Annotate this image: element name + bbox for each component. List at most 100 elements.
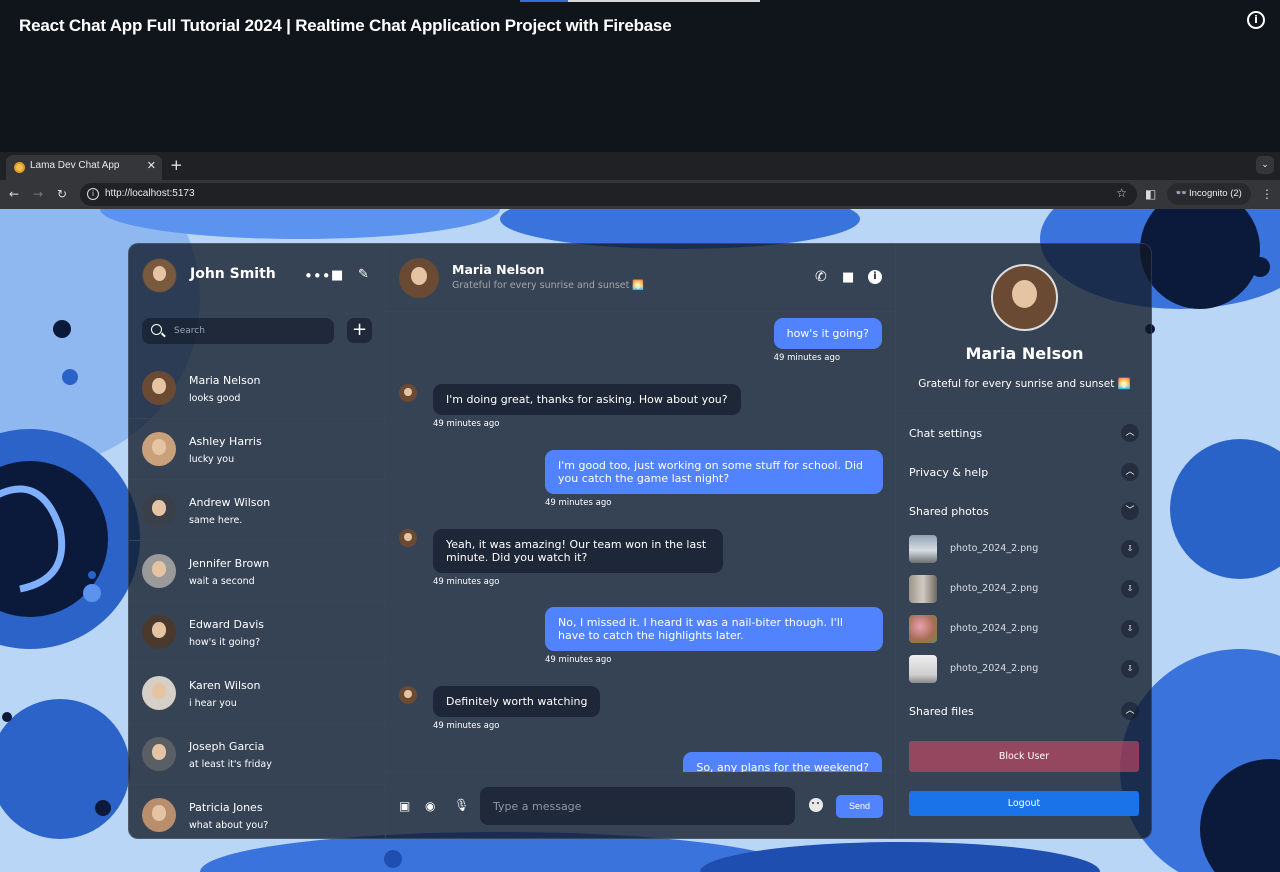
address-bar[interactable]: i http://localhost:5173 ☆ — [80, 183, 1137, 206]
message-own: how's it going? 49 minutes ago — [773, 318, 882, 363]
browser-tab[interactable]: Lama Dev Chat App ✕ — [6, 155, 162, 180]
list-item[interactable]: Joseph Garcia at least it's friday — [129, 724, 385, 785]
message-text: Yeah, it was amazing! Our team won in th… — [433, 529, 723, 573]
chat-last-message: looks good — [189, 393, 241, 404]
chat-last-message: lucky you — [189, 454, 235, 465]
message-own: So, any plans for the weekend? — [683, 752, 882, 772]
favicon-icon — [14, 162, 25, 173]
video-overlay: React Chat App Full Tutorial 2024 | Real… — [0, 0, 1280, 152]
chevron-up-icon[interactable]: ︿ — [1121, 702, 1139, 720]
chat-last-message: at least it's friday — [189, 759, 272, 770]
option-title: Privacy & help — [909, 466, 989, 479]
reload-icon[interactable]: ↻ — [57, 186, 67, 202]
tab-search-icon[interactable]: ⌄ — [1256, 156, 1274, 174]
list-item[interactable]: Karen Wilson i hear you — [129, 663, 385, 724]
forward-icon[interactable]: → — [33, 186, 43, 202]
avatar — [142, 554, 176, 588]
photo-thumbnail[interactable] — [909, 615, 937, 643]
avatar — [142, 798, 176, 832]
block-user-button[interactable]: Block User — [909, 741, 1139, 772]
download-icon[interactable]: ⇩ — [1121, 660, 1139, 678]
option-shared-photos[interactable]: Shared photos ﹀ — [909, 502, 1139, 522]
incognito-badge[interactable]: 👓 Incognito (2) — [1167, 183, 1251, 205]
download-icon[interactable]: ⇩ — [1121, 620, 1139, 638]
chat-list: Maria Nelson looks good Ashley Harris lu… — [129, 358, 385, 838]
chat-name: Jennifer Brown — [189, 557, 270, 570]
chat-name: Ashley Harris — [189, 435, 262, 448]
message-time: 49 minutes ago — [545, 655, 612, 665]
browser-menu-icon[interactable]: ⋮ — [1261, 186, 1273, 202]
chevron-up-icon[interactable]: ︿ — [1121, 424, 1139, 442]
list-item[interactable]: Edward Davis how's it going? — [129, 602, 385, 663]
video-progress-bar[interactable] — [520, 0, 760, 2]
message-text: I'm good too, just working on some stuff… — [545, 450, 883, 494]
camera-icon[interactable]: ◉ — [425, 799, 435, 813]
download-icon[interactable]: ⇩ — [1121, 540, 1139, 558]
search-icon — [151, 324, 162, 335]
option-title: Chat settings — [909, 427, 983, 440]
list-item[interactable]: Maria Nelson looks good — [129, 358, 385, 419]
bookmark-star-icon[interactable]: ☆ — [1116, 186, 1127, 200]
list-item[interactable]: Jennifer Brown wait a second — [129, 541, 385, 602]
detail-user: Maria Nelson Grateful for every sunrise … — [896, 244, 1151, 411]
info-icon[interactable]: i — [868, 270, 882, 284]
search-bar — [142, 318, 334, 344]
avatar[interactable] — [142, 258, 177, 293]
more-icon[interactable]: ••• — [304, 269, 331, 284]
browser-toolbar: ← → ↻ i http://localhost:5173 ☆ ◧ 👓 Inco… — [0, 180, 1280, 209]
chat-name: Andrew Wilson — [189, 496, 271, 509]
user-info: John Smith ••• ■ ✎ — [129, 244, 385, 306]
logout-button[interactable]: Logout — [909, 791, 1139, 816]
option-shared-files[interactable]: Shared files ︿ — [909, 702, 1139, 722]
option-chat-settings[interactable]: Chat settings ︿ — [909, 424, 1139, 444]
chat-name: Edward Davis — [189, 618, 264, 631]
chat-last-message: i hear you — [189, 698, 237, 709]
detail-name: Maria Nelson — [965, 344, 1084, 363]
tab-title: Lama Dev Chat App — [30, 160, 120, 171]
shared-photo-item: photo_2024_2.png ⇩ — [909, 655, 1139, 683]
option-title: Shared photos — [909, 505, 989, 518]
send-button[interactable]: Send — [836, 795, 883, 818]
microphone-icon[interactable]: 🎙 — [454, 798, 469, 812]
emoji-icon[interactable] — [809, 798, 823, 812]
new-tab-icon[interactable]: + — [170, 156, 183, 174]
browser-tabstrip: Lama Dev Chat App ✕ + ⌄ — [0, 152, 1280, 180]
close-tab-icon[interactable]: ✕ — [147, 159, 156, 172]
edit-icon[interactable]: ✎ — [358, 268, 369, 282]
avatar — [399, 529, 417, 547]
message-text: Definitely worth watching — [433, 686, 601, 717]
chat-last-message: wait a second — [189, 576, 255, 587]
message-time: 49 minutes ago — [433, 419, 500, 429]
add-user-button[interactable]: + — [347, 318, 372, 343]
video-icon[interactable]: ■ — [842, 271, 854, 285]
chat-panel: Maria Nelson Grateful for every sunrise … — [386, 244, 896, 838]
chevron-down-icon[interactable]: ﹀ — [1121, 502, 1139, 520]
chevron-up-icon[interactable]: ︿ — [1121, 463, 1139, 481]
message-time: 49 minutes ago — [545, 498, 612, 508]
site-info-icon[interactable]: i — [87, 188, 99, 200]
avatar — [142, 493, 176, 527]
list-item[interactable]: Andrew Wilson same here. — [129, 480, 385, 541]
option-title: Shared files — [909, 705, 974, 718]
avatar[interactable] — [399, 258, 439, 298]
photo-thumbnail[interactable] — [909, 655, 937, 683]
info-icon[interactable]: i — [1247, 11, 1265, 29]
photo-thumbnail[interactable] — [909, 575, 937, 603]
avatar — [142, 676, 176, 710]
contact-status: Grateful for every sunrise and sunset 🌅 — [452, 280, 645, 291]
image-icon[interactable]: ▣ — [399, 799, 410, 813]
avatar — [991, 264, 1058, 331]
chat-name: Karen Wilson — [189, 679, 261, 692]
download-icon[interactable]: ⇩ — [1121, 580, 1139, 598]
phone-icon[interactable]: ✆ — [815, 270, 827, 284]
video-icon[interactable]: ■ — [331, 269, 343, 283]
side-panel-icon[interactable]: ◧ — [1145, 186, 1156, 202]
search-input[interactable] — [174, 323, 324, 339]
message-input[interactable] — [480, 787, 795, 825]
avatar — [399, 686, 417, 704]
option-privacy-help[interactable]: Privacy & help ︿ — [909, 463, 1139, 483]
back-icon[interactable]: ← — [9, 186, 19, 202]
list-item[interactable]: Patricia Jones what about you? — [129, 785, 385, 838]
photo-thumbnail[interactable] — [909, 535, 937, 563]
list-item[interactable]: Ashley Harris lucky you — [129, 419, 385, 480]
